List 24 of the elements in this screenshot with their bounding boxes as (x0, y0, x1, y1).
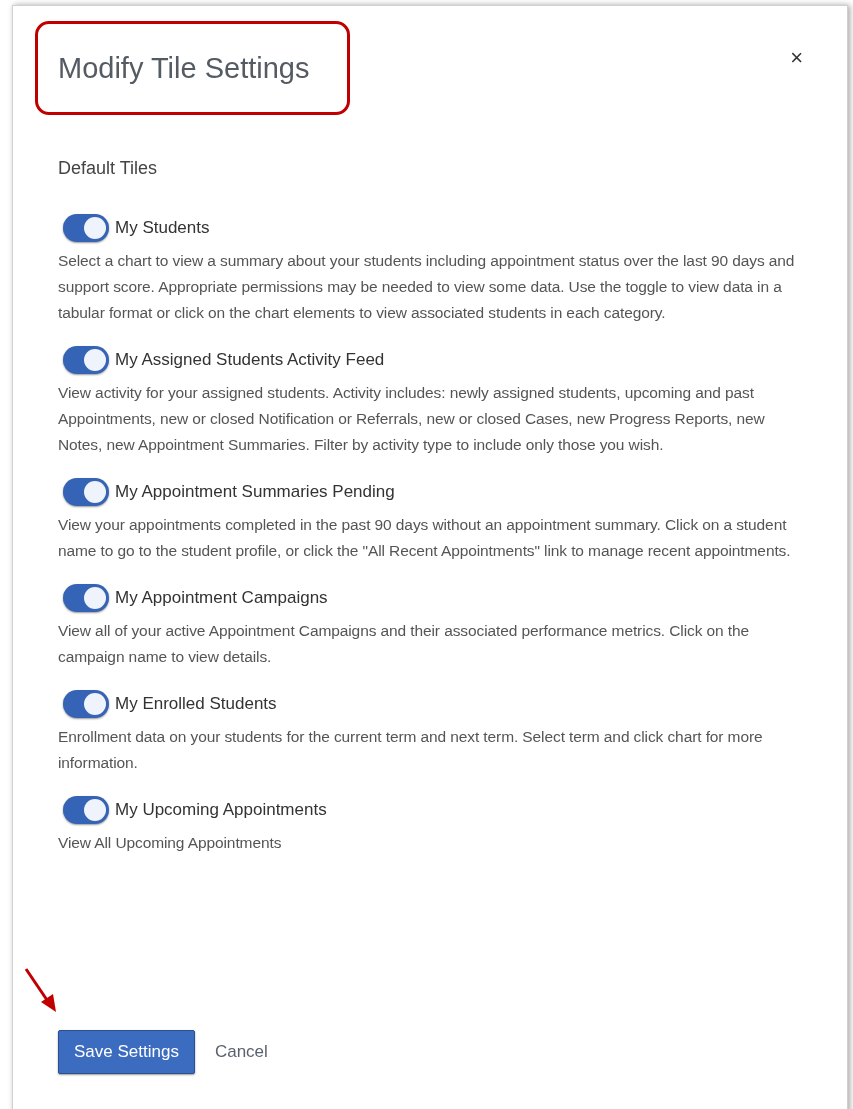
section-heading: Default Tiles (58, 157, 159, 180)
dialog-title: Modify Tile Settings (58, 51, 310, 86)
tile-description: View all of your active Appointment Campaigns and their associated performance metrics. Click on the campaign name to view details. (58, 621, 750, 667)
tile-name: My Upcoming Appointments (115, 799, 327, 822)
toggle-switch[interactable] (63, 584, 109, 612)
toggle-switch[interactable] (63, 346, 109, 374)
close-button[interactable]: × (790, 46, 803, 70)
save-button[interactable]: Save Settings (58, 1030, 195, 1074)
tile-description: Select a chart to view a summary about your students including appointment status over the last 90 days and support score. Appropriate permissions may be needed to view some data. Use the toggle to view data in a tabular format or click on the chart elements to view associated students in each category. (58, 251, 796, 323)
tile-name: My Appointment Campaigns (115, 587, 328, 610)
toggle-switch[interactable] (63, 214, 109, 242)
tile-name: My Appointment Summaries Pending (115, 481, 395, 504)
tile-name: My Students (115, 217, 210, 240)
tile-description: View All Upcoming Appointments (58, 833, 283, 853)
toggle-switch[interactable] (63, 478, 109, 506)
toggle-switch[interactable] (63, 690, 109, 718)
cancel-link[interactable]: Cancel (214, 1039, 268, 1065)
tile-description: View your appointments completed in the past 90 days without an appointment summary. Click on a student name to go to the student profile, or click the "All Recent Appointments" link to manage recent appointments. (58, 515, 792, 561)
tile-name: My Enrolled Students (115, 693, 277, 716)
tile-name: My Assigned Students Activity Feed (115, 349, 385, 372)
toggle-switch[interactable] (63, 796, 109, 824)
tile-description: Enrollment data on your students for the current term and next term. Select term and click chart for more information. (58, 727, 764, 773)
arrow-icon (23, 966, 59, 1014)
tile-description: View activity for your assigned students. Activity includes: newly assigned students, upcoming and past Appointments, new or closed Notification or Referrals, new or closed Cases, new Progress Reports, new Notes, new Appointment Summaries. Filter by activity type to include only those you wish. (58, 383, 766, 455)
